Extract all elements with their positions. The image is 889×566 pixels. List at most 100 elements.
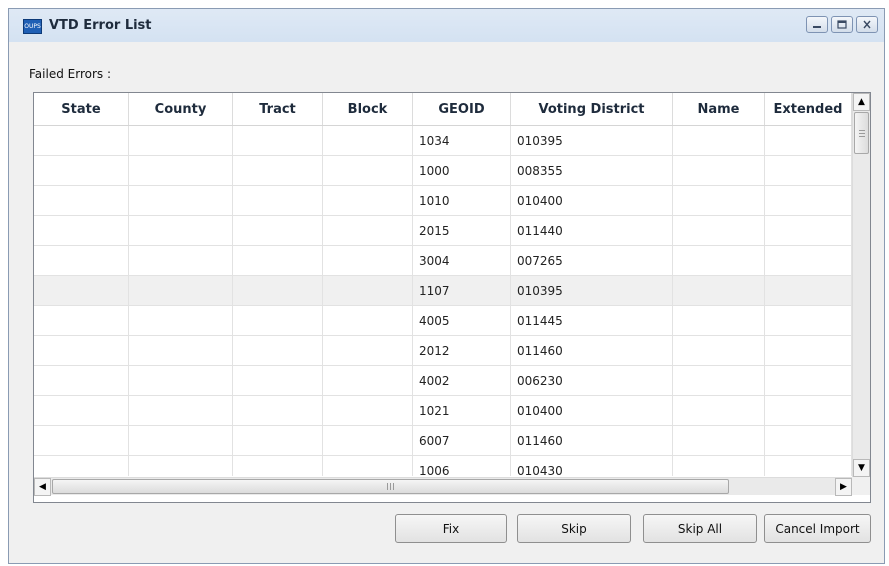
cell-extended[interactable] [765, 396, 852, 425]
close-button[interactable] [856, 16, 878, 33]
table-row[interactable]: 1107 010395 [34, 276, 852, 306]
cell-county[interactable] [129, 336, 233, 365]
cell-voting-district[interactable]: 010400 [511, 186, 673, 215]
cell-county[interactable] [129, 426, 233, 455]
cell-geoid[interactable]: 1006 [413, 456, 511, 476]
column-header-voting-district[interactable]: Voting District [511, 93, 673, 125]
table-row[interactable]: 1000 008355 [34, 156, 852, 186]
column-header-block[interactable]: Block [323, 93, 413, 125]
cell-county[interactable] [129, 366, 233, 395]
cell-geoid[interactable]: 1034 [413, 126, 511, 155]
table-row[interactable]: 4002 006230 [34, 366, 852, 396]
skip-button[interactable]: Skip [517, 514, 631, 543]
cell-state[interactable] [34, 426, 129, 455]
cell-geoid[interactable]: 1000 [413, 156, 511, 185]
column-header-extended[interactable]: Extended [765, 93, 852, 125]
cell-name[interactable] [673, 126, 765, 155]
cell-block[interactable] [323, 456, 413, 476]
cell-extended[interactable] [765, 306, 852, 335]
column-header-county[interactable]: County [129, 93, 233, 125]
cell-tract[interactable] [233, 246, 323, 275]
cell-extended[interactable] [765, 336, 852, 365]
cell-state[interactable] [34, 216, 129, 245]
cell-name[interactable] [673, 216, 765, 245]
cell-tract[interactable] [233, 156, 323, 185]
cell-voting-district[interactable]: 006230 [511, 366, 673, 395]
cell-geoid[interactable]: 1107 [413, 276, 511, 305]
table-row[interactable]: 1034 010395 [34, 126, 852, 156]
table-row[interactable]: 6007 011460 [34, 426, 852, 456]
cell-extended[interactable] [765, 156, 852, 185]
cell-voting-district[interactable]: 008355 [511, 156, 673, 185]
cell-county[interactable] [129, 216, 233, 245]
cell-voting-district[interactable]: 011445 [511, 306, 673, 335]
table-row[interactable]: 4005 011445 [34, 306, 852, 336]
cell-county[interactable] [129, 456, 233, 476]
cell-extended[interactable] [765, 126, 852, 155]
cell-block[interactable] [323, 366, 413, 395]
horizontal-scrollbar[interactable]: ◀ ▶ [34, 477, 852, 496]
cell-name[interactable] [673, 336, 765, 365]
cell-block[interactable] [323, 216, 413, 245]
table-row[interactable]: 2015 011440 [34, 216, 852, 246]
cell-extended[interactable] [765, 276, 852, 305]
error-table[interactable]: State County Tract Block GEOID Voting Distric… [33, 92, 871, 503]
cell-state[interactable] [34, 456, 129, 476]
minimize-button[interactable] [806, 16, 828, 33]
scroll-left-button[interactable]: ◀ [34, 478, 51, 496]
cell-extended[interactable] [765, 216, 852, 245]
cell-county[interactable] [129, 306, 233, 335]
cell-name[interactable] [673, 366, 765, 395]
column-header-name[interactable]: Name [673, 93, 765, 125]
cell-voting-district[interactable]: 007265 [511, 246, 673, 275]
cell-extended[interactable] [765, 186, 852, 215]
cell-voting-district[interactable]: 010395 [511, 126, 673, 155]
cell-state[interactable] [34, 276, 129, 305]
cell-state[interactable] [34, 156, 129, 185]
cell-tract[interactable] [233, 186, 323, 215]
cell-voting-district[interactable]: 011440 [511, 216, 673, 245]
cell-county[interactable] [129, 186, 233, 215]
cell-voting-district[interactable]: 011460 [511, 336, 673, 365]
cell-extended[interactable] [765, 456, 852, 476]
cell-block[interactable] [323, 156, 413, 185]
table-row[interactable]: 3004 007265 [34, 246, 852, 276]
cell-block[interactable] [323, 276, 413, 305]
cell-block[interactable] [323, 306, 413, 335]
cell-extended[interactable] [765, 366, 852, 395]
cell-voting-district[interactable]: 010395 [511, 276, 673, 305]
vertical-scroll-thumb[interactable] [854, 112, 869, 154]
cell-state[interactable] [34, 396, 129, 425]
cell-block[interactable] [323, 426, 413, 455]
cell-geoid[interactable]: 1010 [413, 186, 511, 215]
table-row[interactable]: 1006 010430 [34, 456, 852, 476]
cell-geoid[interactable]: 6007 [413, 426, 511, 455]
scroll-up-button[interactable]: ▲ [853, 93, 870, 111]
cell-state[interactable] [34, 246, 129, 275]
cell-name[interactable] [673, 276, 765, 305]
cell-voting-district[interactable]: 010400 [511, 396, 673, 425]
scroll-down-button[interactable]: ▼ [853, 459, 870, 477]
column-header-geoid[interactable]: GEOID [413, 93, 511, 125]
cell-name[interactable] [673, 156, 765, 185]
cell-county[interactable] [129, 156, 233, 185]
horizontal-scroll-thumb[interactable] [52, 479, 729, 494]
cell-county[interactable] [129, 246, 233, 275]
column-header-state[interactable]: State [34, 93, 129, 125]
cell-tract[interactable] [233, 396, 323, 425]
cell-voting-district[interactable]: 011460 [511, 426, 673, 455]
cell-block[interactable] [323, 336, 413, 365]
fix-button[interactable]: Fix [395, 514, 507, 543]
cell-name[interactable] [673, 456, 765, 476]
cell-geoid[interactable]: 4005 [413, 306, 511, 335]
cell-state[interactable] [34, 366, 129, 395]
cell-extended[interactable] [765, 246, 852, 275]
cell-voting-district[interactable]: 010430 [511, 456, 673, 476]
cell-tract[interactable] [233, 426, 323, 455]
cell-geoid[interactable]: 2015 [413, 216, 511, 245]
cell-block[interactable] [323, 126, 413, 155]
cell-tract[interactable] [233, 276, 323, 305]
cell-county[interactable] [129, 276, 233, 305]
cell-geoid[interactable]: 3004 [413, 246, 511, 275]
cell-name[interactable] [673, 306, 765, 335]
